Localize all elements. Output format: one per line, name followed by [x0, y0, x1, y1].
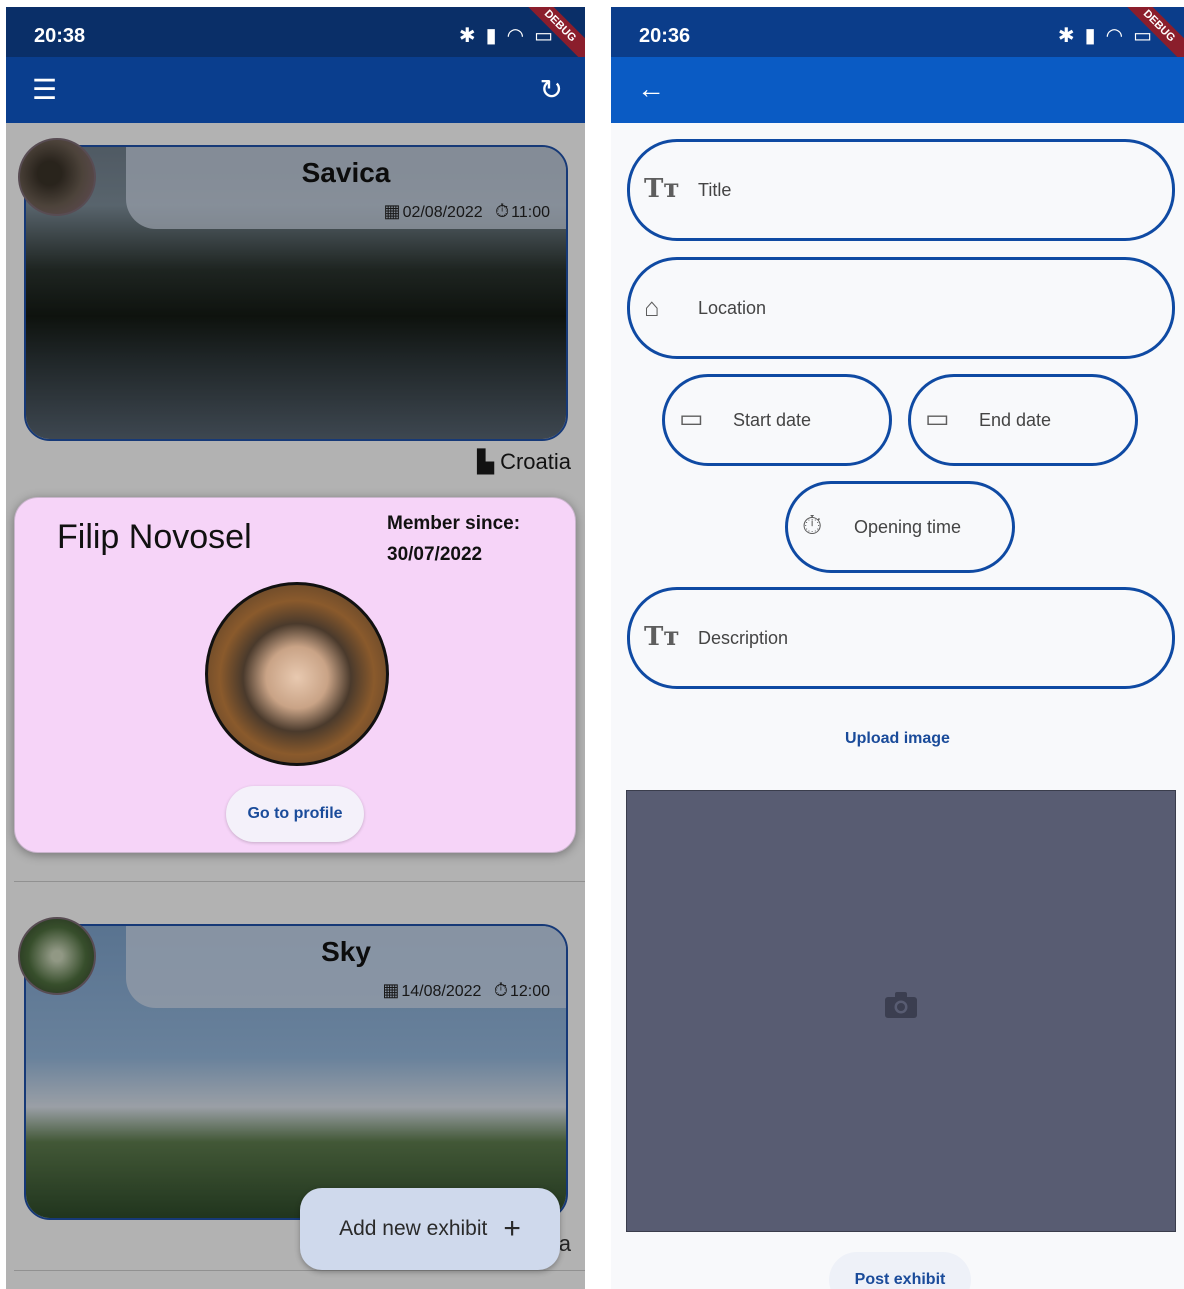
camera-icon	[885, 992, 917, 1018]
app-bar: ←	[611, 57, 1184, 123]
start-date-placeholder: Start date	[733, 410, 812, 430]
menu-icon[interactable]: ☰	[32, 73, 57, 106]
status-bar: 20:38 ✱ ▮ ◠ ▭ DEBUG	[6, 7, 585, 72]
opening-time-placeholder: Opening time	[854, 517, 962, 537]
description-field[interactable]: Tт Description	[627, 587, 1175, 689]
profile-name: Filip Novosel	[57, 518, 252, 556]
opening-time-field[interactable]: ⏱ Opening time	[785, 481, 1015, 573]
timer-icon: ⏱	[802, 510, 823, 540]
calendar-icon: ▭	[925, 403, 950, 433]
location-field[interactable]: ⌂ Location	[627, 257, 1175, 359]
go-to-profile-button[interactable]: Go to profile	[226, 786, 364, 842]
title-placeholder: Title	[698, 180, 732, 200]
calendar-icon: ▭	[679, 403, 704, 433]
profile-avatar	[205, 582, 389, 766]
back-arrow-icon[interactable]: ←	[637, 73, 665, 105]
description-placeholder: Description	[698, 628, 789, 648]
status-bar: 20:36 ✱ ▮ ◠ ▭ DEBUG	[611, 7, 1184, 72]
post-exhibit-button[interactable]: Post exhibit	[829, 1252, 971, 1289]
add-new-exhibit-button[interactable]: Add new exhibit +	[300, 1188, 560, 1270]
refresh-icon[interactable]: ↻	[540, 73, 563, 106]
app-bar: ☰ ↻	[6, 57, 585, 123]
text-fields-icon: Tт	[644, 622, 680, 652]
image-preview[interactable]	[626, 790, 1176, 1232]
profile-popup: Filip Novosel Member since: 30/07/2022 G…	[14, 497, 576, 853]
wifi-icon: ◠	[1105, 25, 1128, 47]
member-since: Member since: 30/07/2022	[387, 508, 520, 570]
upload-image-button[interactable]: Upload image	[611, 730, 1184, 748]
bluetooth-icon: ✱	[458, 25, 480, 47]
status-icons: ✱ ▮ ◠ ▭	[1052, 23, 1156, 48]
status-time: 20:38	[34, 25, 86, 47]
text-fields-icon: Tт	[644, 174, 680, 204]
member-since-label: Member since:	[387, 513, 521, 534]
title-field[interactable]: Tт Title	[627, 139, 1175, 241]
end-date-field[interactable]: ▭ End date	[908, 374, 1138, 466]
signal-icon: ▮	[485, 25, 501, 47]
status-icons: ✱ ▮ ◠ ▭	[453, 23, 557, 48]
exhibit-list-screen: 20:38 ✱ ▮ ◠ ▭ DEBUG ☰ ↻ Savica ▦ 02/08/2022 …	[6, 7, 585, 1289]
start-date-field[interactable]: ▭ Start date	[662, 374, 892, 466]
location-placeholder: Location	[698, 298, 767, 318]
add-new-exhibit-label: Add new exhibit	[339, 1217, 488, 1240]
wifi-icon: ◠	[506, 25, 529, 47]
home-icon: ⌂	[644, 292, 660, 322]
end-date-placeholder: End date	[979, 410, 1052, 430]
plus-icon: +	[503, 1212, 521, 1245]
signal-icon: ▮	[1084, 25, 1100, 47]
bluetooth-icon: ✱	[1057, 25, 1079, 47]
new-exhibit-screen: 20:36 ✱ ▮ ◠ ▭ DEBUG ← Tт Title ⌂ Location ▭…	[611, 7, 1184, 1289]
status-time: 20:36	[639, 25, 691, 47]
member-since-date: 30/07/2022	[387, 544, 483, 565]
